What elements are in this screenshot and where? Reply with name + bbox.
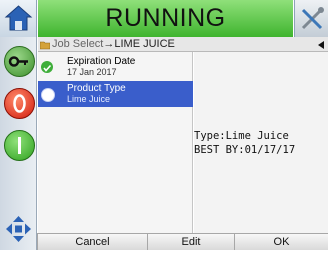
- breadcrumb: Job Select→LIME JUICE: [38, 37, 328, 52]
- ok-button[interactable]: OK: [234, 233, 328, 250]
- login-button[interactable]: [0, 42, 37, 84]
- item-value: 17 Jan 2017: [67, 67, 117, 77]
- stop-icon: [4, 88, 35, 119]
- preview-line-1: Type:Lime Juice: [194, 130, 289, 142]
- breadcrumb-current: LIME JUICE: [114, 38, 175, 50]
- field-list: Expiration Date 17 Jan 2017 Product Type…: [38, 52, 193, 233]
- message-preview: Type:Lime Juice BEST BY:01/17/17: [194, 52, 328, 233]
- start-button[interactable]: [0, 126, 37, 168]
- breadcrumb-parent: Job Select: [52, 38, 104, 50]
- home-button[interactable]: [0, 0, 37, 37]
- navigation-arrows-icon: [6, 216, 31, 242]
- check-icon: [41, 61, 53, 73]
- key-icon: [4, 46, 35, 77]
- breadcrumb-arrow: →: [103, 38, 115, 50]
- start-icon: [4, 130, 35, 161]
- radio-icon: [41, 88, 55, 102]
- tools-button[interactable]: [294, 0, 328, 37]
- item-value: Lime Juice: [67, 94, 111, 104]
- stop-button[interactable]: [0, 84, 37, 126]
- cancel-button[interactable]: Cancel: [37, 233, 147, 250]
- item-label: Expiration Date: [67, 56, 136, 67]
- home-icon: [4, 5, 33, 31]
- list-item-expiration-date[interactable]: Expiration Date 17 Jan 2017: [38, 54, 193, 80]
- status-bar: RUNNING: [38, 0, 293, 37]
- tools-icon: [301, 7, 324, 30]
- preview-line-2: BEST BY:01/17/17: [194, 144, 296, 156]
- list-item-product-type[interactable]: Product Type Lime Juice: [38, 81, 193, 107]
- side-panel: [0, 37, 37, 250]
- navigation-button[interactable]: [0, 208, 37, 250]
- item-label: Product Type: [67, 83, 126, 94]
- folder-icon: [40, 41, 50, 50]
- status-text: RUNNING: [105, 4, 226, 32]
- back-arrow-icon[interactable]: [317, 41, 325, 49]
- edit-button[interactable]: Edit: [147, 233, 234, 250]
